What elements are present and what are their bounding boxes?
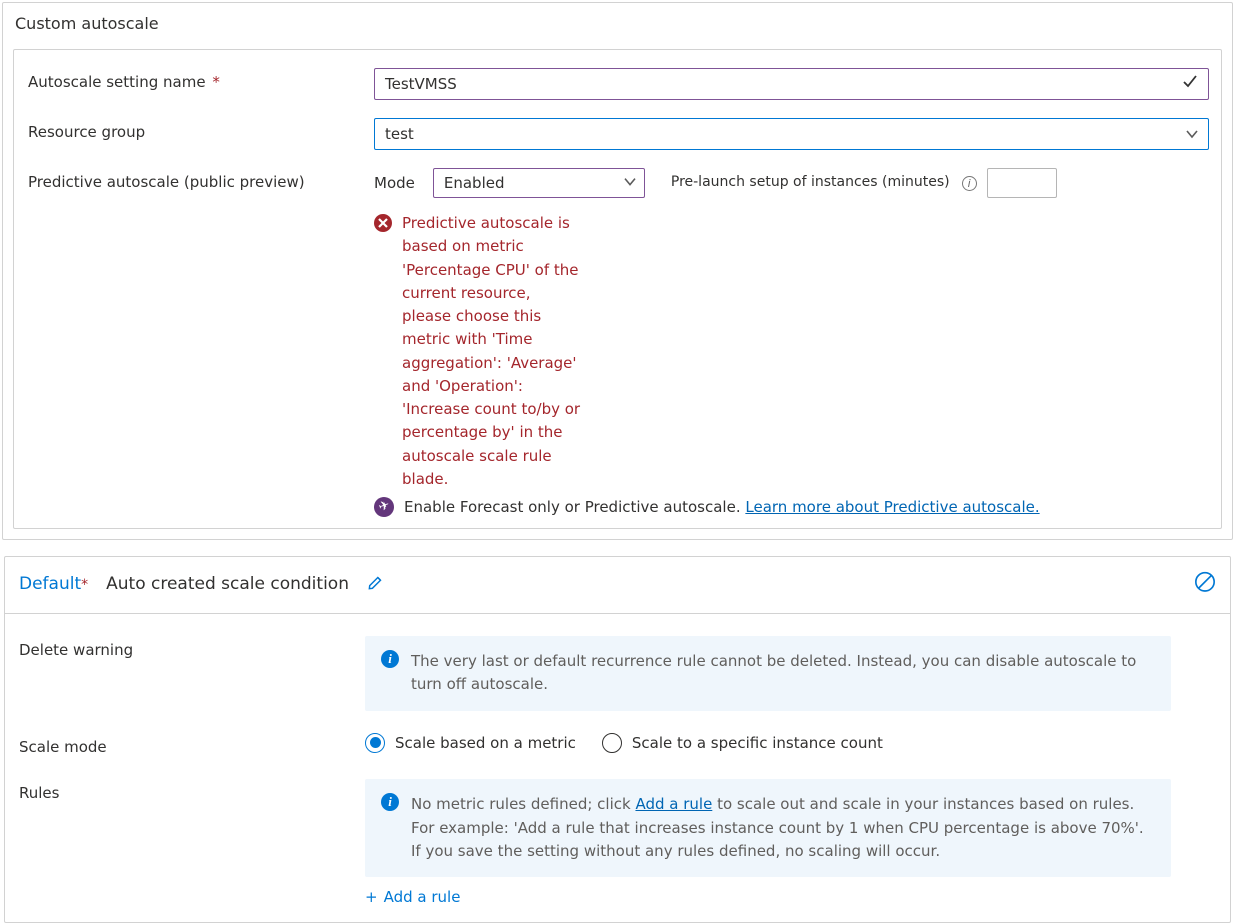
add-rule-button[interactable]: + Add a rule — [365, 887, 460, 908]
rules-info-box: i No metric rules defined; click Add a r… — [365, 779, 1171, 877]
rules-label: Rules — [19, 779, 365, 804]
prelaunch-label: Pre-launch setup of instances (minutes) — [671, 173, 950, 192]
chevron-down-icon — [1184, 126, 1200, 142]
resource-group-select[interactable]: test — [374, 118, 1209, 150]
info-icon[interactable]: i — [962, 176, 977, 191]
prelaunch-input[interactable] — [987, 168, 1057, 198]
condition-default-badge: Default — [19, 574, 81, 594]
custom-autoscale-panel: Custom autoscale Autoscale setting name … — [2, 2, 1233, 540]
plus-icon: + — [365, 887, 378, 908]
scale-condition-header: Default* Auto created scale condition — [5, 557, 1230, 614]
autoscale-name-label: Autoscale setting name — [28, 73, 206, 91]
required-indicator: * — [81, 577, 88, 593]
required-indicator: * — [212, 73, 220, 91]
delete-warning-label: Delete warning — [19, 636, 365, 661]
delete-condition-button[interactable] — [1194, 571, 1216, 599]
predictive-error-text: Predictive autoscale is based on metric … — [402, 212, 582, 491]
autoscale-name-input[interactable]: TestVMSS — [374, 68, 1209, 100]
radio-scale-metric[interactable]: Scale based on a metric — [365, 733, 576, 754]
predictive-autoscale-label: Predictive autoscale (public preview) — [28, 173, 305, 191]
radio-scale-count[interactable]: Scale to a specific instance count — [602, 733, 883, 754]
scale-condition-panel: Default* Auto created scale condition De… — [4, 556, 1231, 923]
predictive-error: Predictive autoscale is based on metric … — [374, 212, 645, 491]
rules-add-rule-link[interactable]: Add a rule — [635, 795, 712, 813]
mode-select[interactable]: Enabled — [433, 168, 645, 198]
scale-condition-body: Delete warning i The very last or defaul… — [5, 614, 1230, 922]
scale-mode-label: Scale mode — [19, 733, 365, 758]
row-rules: Rules i No metric rules defined; click A… — [19, 779, 1216, 908]
row-autoscale-name: Autoscale setting name * TestVMSS — [28, 68, 1209, 100]
forecast-hint: ✈ Enable Forecast only or Predictive aut… — [28, 497, 1209, 518]
info-icon: i — [381, 650, 399, 668]
panel-title: Custom autoscale — [3, 3, 1232, 39]
forecast-text: Enable Forecast only or Predictive autos… — [404, 498, 745, 516]
row-delete-warning: Delete warning i The very last or defaul… — [19, 636, 1216, 711]
delete-warning-text: The very last or default recurrence rule… — [411, 650, 1155, 697]
info-icon: i — [381, 793, 399, 811]
row-resource-group: Resource group test — [28, 118, 1209, 150]
rocket-icon: ✈ — [374, 497, 394, 517]
condition-name: Auto created scale condition — [106, 573, 349, 596]
edit-icon[interactable] — [367, 573, 385, 597]
rules-info-text: No metric rules defined; click Add a rul… — [411, 793, 1155, 863]
forecast-learn-more-link[interactable]: Learn more about Predictive autoscale. — [745, 498, 1039, 516]
settings-group: Autoscale setting name * TestVMSS Resour… — [13, 49, 1222, 529]
row-predictive-autoscale: Predictive autoscale (public preview) Mo… — [28, 168, 1209, 491]
delete-warning-box: i The very last or default recurrence ru… — [365, 636, 1171, 711]
chevron-down-icon — [624, 173, 636, 194]
resource-group-label: Resource group — [28, 123, 145, 141]
row-scale-mode: Scale mode Scale based on a metric Scale… — [19, 733, 1216, 758]
mode-label: Mode — [374, 173, 415, 194]
check-icon — [1182, 73, 1198, 95]
error-icon — [374, 214, 392, 232]
